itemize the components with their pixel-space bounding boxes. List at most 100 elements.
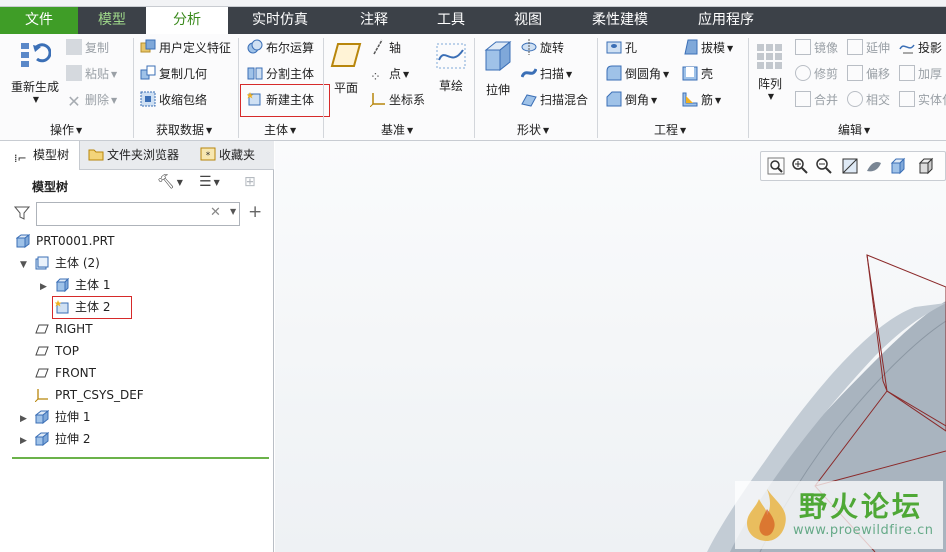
tab-model[interactable]: 模型 bbox=[78, 7, 146, 34]
extrude-icon bbox=[484, 40, 512, 72]
revolve-button[interactable]: 旋转 bbox=[521, 38, 564, 58]
collapse-icon[interactable]: ▼ bbox=[20, 260, 27, 270]
tree-item-bodies[interactable]: 主体 (2) bbox=[35, 253, 100, 273]
plane-label: 平面 bbox=[333, 81, 358, 95]
show-button[interactable]: ☰ ▼ bbox=[199, 174, 220, 196]
solidify-button[interactable]: 实体化 bbox=[899, 90, 946, 110]
tools-icon: 🔨︎ bbox=[157, 174, 175, 190]
sketch-button[interactable]: 草绘 bbox=[432, 42, 470, 94]
group-label-operations[interactable]: 操作 ▼ bbox=[50, 121, 82, 138]
shrinkwrap-button[interactable]: 收缩包络 bbox=[140, 90, 207, 110]
sketch-label: 草绘 bbox=[438, 79, 463, 93]
mirror-button[interactable]: 镜像 bbox=[795, 38, 838, 58]
copy-geometry-button[interactable]: 复制几何 bbox=[140, 64, 207, 84]
tree-item-part[interactable]: PRT0001.PRT bbox=[16, 231, 114, 251]
shell-icon bbox=[682, 65, 698, 81]
tab-applications[interactable]: 应用程序 bbox=[670, 7, 782, 34]
clear-icon[interactable]: ✕ bbox=[210, 205, 221, 220]
tab-file[interactable]: 文件 bbox=[0, 7, 78, 34]
group-label-editing[interactable]: 编辑 ▼ bbox=[838, 121, 870, 138]
regenerate-icon bbox=[21, 43, 52, 67]
thicken-button[interactable]: 加厚 bbox=[899, 64, 942, 84]
settings-button[interactable]: 🔨︎ ▼ bbox=[157, 174, 183, 196]
add-icon[interactable]: + bbox=[248, 202, 262, 222]
split-body-button[interactable]: 分割主体 bbox=[247, 64, 314, 84]
axis-icon bbox=[370, 39, 386, 55]
coordinate-system-icon bbox=[35, 389, 48, 402]
point-button[interactable]: ⁘ 点 ▼ bbox=[370, 64, 409, 85]
project-button[interactable]: 投影 bbox=[899, 38, 942, 58]
rib-button[interactable]: 筋 ▼ bbox=[682, 90, 721, 110]
regenerate-button[interactable]: 重新生成 ▼ bbox=[8, 39, 62, 104]
chevron-down-icon[interactable]: ▼ bbox=[230, 207, 236, 216]
tree-filter-options-button[interactable]: ⊞ bbox=[244, 174, 256, 196]
search-row: ✕ ▼ + bbox=[13, 202, 264, 226]
extrude-button[interactable]: 拉伸 bbox=[480, 40, 516, 98]
watermark-url: www.proewildfire.cn bbox=[793, 523, 934, 538]
udf-button[interactable]: 用户定义特征 bbox=[140, 38, 231, 58]
merge-button[interactable]: 合并 bbox=[795, 90, 838, 110]
navigator-panel: ⁞⌐ 模型树 文件夹浏览器 * 收藏夹 模型树 🔨︎ ▼ ☰ ▼ ⊞ ✕ ▼ + PRT… bbox=[0, 141, 274, 552]
extend-icon bbox=[847, 39, 863, 55]
tab-favorites[interactable]: * 收藏夹 bbox=[196, 141, 270, 170]
pattern-button[interactable]: 阵列 ▼ bbox=[752, 42, 788, 101]
pattern-label: 阵列 bbox=[757, 77, 782, 91]
copy-button[interactable]: 复制 bbox=[66, 38, 109, 58]
watermark-text: 野火论坛 bbox=[799, 490, 924, 523]
trim-button[interactable]: 修剪 bbox=[795, 64, 838, 84]
round-button[interactable]: 倒圆角 ▼ bbox=[606, 64, 669, 84]
expand-icon[interactable]: ▶ bbox=[20, 414, 27, 424]
tab-model-tree[interactable]: ⁞⌐ 模型树 bbox=[0, 141, 80, 170]
tree-item-right-plane[interactable]: RIGHT bbox=[35, 319, 93, 339]
paste-button[interactable]: 粘贴 ▼ bbox=[66, 64, 117, 84]
tab-analysis[interactable]: 分析 bbox=[146, 7, 228, 34]
extrude-label: 拉伸 bbox=[485, 83, 510, 97]
group-label-datum[interactable]: 基准 ▼ bbox=[381, 121, 413, 138]
sweep-button[interactable]: 扫描 ▼ bbox=[520, 64, 572, 84]
group-label-body[interactable]: 主体 ▼ bbox=[264, 121, 296, 138]
draft-button[interactable]: 拔模 ▼ bbox=[682, 38, 733, 58]
expand-icon[interactable]: ▶ bbox=[20, 436, 27, 446]
hole-button[interactable]: 孔 bbox=[606, 38, 637, 58]
group-label-get-data[interactable]: 获取数据 ▼ bbox=[156, 121, 212, 138]
tree-item-extrude-2[interactable]: 拉伸 2 bbox=[35, 429, 90, 449]
tab-simulation[interactable]: 实时仿真 bbox=[228, 7, 332, 34]
chamfer-icon bbox=[606, 91, 622, 107]
swept-blend-button[interactable]: 扫描混合 bbox=[521, 90, 588, 110]
tree-item-top-plane[interactable]: TOP bbox=[35, 341, 79, 361]
tab-view[interactable]: 视图 bbox=[486, 7, 570, 34]
axis-button[interactable]: 轴 bbox=[370, 38, 401, 58]
shell-button[interactable]: 壳 bbox=[682, 64, 713, 84]
tree-item-front-plane[interactable]: FRONT bbox=[35, 363, 96, 383]
tree-item-body-1[interactable]: 主体 1 bbox=[55, 275, 110, 295]
tab-annotate[interactable]: 注释 bbox=[332, 7, 416, 34]
tab-folder-browser[interactable]: 文件夹浏览器 bbox=[84, 141, 192, 170]
trim-icon bbox=[795, 65, 811, 81]
tree-item-csys[interactable]: PRT_CSYS_DEF bbox=[35, 385, 144, 405]
boolean-button[interactable]: 布尔运算 bbox=[247, 38, 314, 58]
extrude-icon bbox=[35, 410, 49, 424]
extend-button[interactable]: 延伸 bbox=[847, 38, 890, 58]
chamfer-button[interactable]: 倒角 ▼ bbox=[606, 90, 657, 110]
group-separator bbox=[133, 38, 134, 138]
intersect-button[interactable]: 相交 bbox=[847, 90, 890, 110]
csys-button[interactable]: 坐标系 bbox=[369, 90, 425, 110]
delete-button[interactable]: ✕ 删除 ▼ bbox=[66, 90, 117, 110]
group-separator bbox=[597, 38, 598, 138]
tab-flexible-modeling[interactable]: 柔性建模 bbox=[570, 7, 670, 34]
graphics-window[interactable]: 野火论坛 www.proewildfire.cn bbox=[275, 141, 946, 552]
chevron-down-icon: ▼ bbox=[767, 92, 775, 101]
tree-item-extrude-1[interactable]: 拉伸 1 bbox=[35, 407, 90, 427]
group-label-engineering[interactable]: 工程 ▼ bbox=[654, 121, 686, 138]
group-separator bbox=[238, 38, 239, 138]
chevron-down-icon: ▼ bbox=[213, 178, 220, 187]
copy-geometry-icon bbox=[140, 65, 156, 81]
group-label-shapes[interactable]: 形状 ▼ bbox=[517, 121, 549, 138]
plane-button[interactable]: 平面 bbox=[328, 42, 364, 96]
grid-icon: ⊞ bbox=[244, 174, 256, 190]
offset-icon bbox=[847, 65, 863, 81]
tab-tools[interactable]: 工具 bbox=[416, 7, 486, 34]
expand-icon[interactable]: ▶ bbox=[40, 282, 47, 292]
body-icon bbox=[55, 278, 69, 292]
offset-button[interactable]: 偏移 bbox=[847, 64, 890, 84]
